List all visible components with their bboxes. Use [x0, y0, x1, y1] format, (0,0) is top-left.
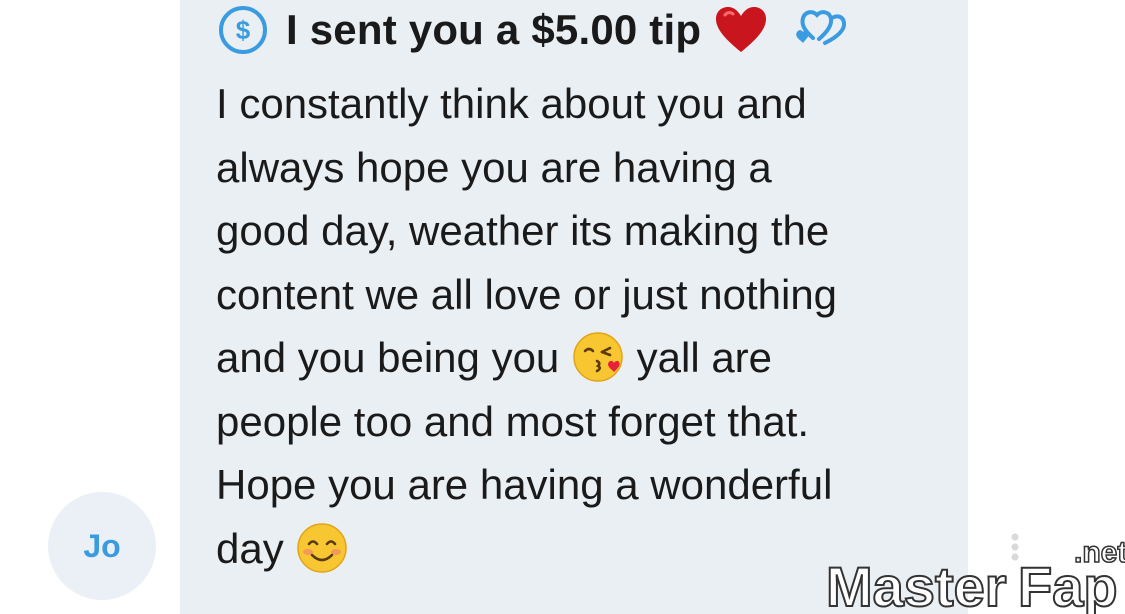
tip-text: I sent you a $5.00 tip	[286, 6, 702, 53]
face-blowing-kiss-icon	[573, 332, 623, 382]
message-line: always hope you are having a	[216, 143, 772, 191]
watermark-brand-part2: Fap	[1018, 555, 1118, 614]
watermark-brand-part1: Master	[826, 555, 1007, 614]
message-fragment: yall are	[636, 334, 773, 381]
svg-text:$: $	[236, 15, 251, 45]
red-heart-icon	[716, 7, 767, 52]
avatar-initials: Jo	[83, 527, 121, 564]
message-bubble: $ I sent you a $5.00 tip I constantly th…	[180, 0, 968, 614]
dollar-circle-icon: $	[219, 6, 267, 54]
message-line-with-emoji: and you being you yall are	[216, 326, 956, 390]
message-line: people too and most forget that.	[216, 397, 810, 445]
message-line: content we all love or just nothing	[216, 270, 838, 318]
message-fragment: and you being you	[216, 334, 560, 381]
chat-screen: Jo $ I sent you a $5.00 tip I constantly…	[0, 0, 1125, 614]
message-line: good day, weather its making the	[216, 207, 830, 254]
blue-hearts-icon	[796, 10, 847, 45]
avatar[interactable]: Jo	[48, 492, 156, 600]
tip-row: $ I sent you a $5.00 tip	[218, 2, 849, 58]
message-line: I constantly think about you and	[216, 80, 807, 127]
message-text: I constantly think about you and always …	[216, 72, 956, 580]
message-line: Hope you are having a wonderful	[216, 461, 833, 508]
watermark-logo: .net Master Fap	[825, 533, 1125, 614]
smiling-face-with-smiling-eyes-icon	[297, 522, 348, 573]
message-fragment: day	[216, 524, 284, 572]
